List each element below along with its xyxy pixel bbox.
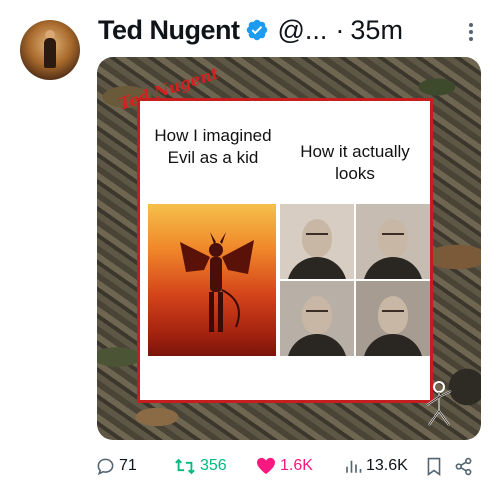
bookmark-button[interactable] (426, 452, 442, 480)
tweet-image[interactable]: Ted Nugent How I imagined Evil as a kid … (97, 57, 481, 440)
stick-figure-icon (426, 381, 452, 426)
repost-count: 356 (200, 457, 227, 474)
reply-icon (97, 458, 114, 475)
share-button[interactable] (454, 452, 473, 480)
meme-content: How I imagined Evil as a kid How it actu… (140, 101, 430, 400)
tweet-timestamp[interactable]: 35m (350, 15, 403, 46)
more-options-icon[interactable] (468, 20, 474, 44)
separator-dot: · (335, 14, 345, 45)
devil-illustration (148, 204, 276, 356)
repost-button[interactable]: 356 (174, 452, 227, 480)
meme-left-label: How I imagined Evil as a kid (154, 126, 272, 167)
reply-button[interactable]: 71 (96, 452, 137, 480)
avatar-figure (44, 38, 56, 68)
author-avatar[interactable] (20, 20, 80, 80)
views-chart-icon (346, 460, 362, 473)
portrait-1 (280, 204, 354, 279)
author-name[interactable]: Ted Nugent (98, 15, 240, 46)
verified-badge-icon (247, 19, 268, 41)
views-count: 13.6K (366, 457, 408, 474)
portrait-4 (356, 281, 430, 356)
like-count: 1.6K (280, 457, 313, 474)
portrait-3 (280, 281, 354, 356)
meme-right-label: How it actually looks (300, 142, 410, 183)
devil-figure-icon (180, 232, 254, 332)
portrait-2 (356, 204, 430, 279)
share-icon (455, 457, 472, 475)
tweet-actions: 71 356 1.6K 13.6K (96, 452, 480, 480)
author-handle[interactable]: @... (277, 15, 327, 46)
portrait-grid (280, 204, 430, 356)
heart-icon (257, 457, 275, 475)
repost-icon (175, 458, 195, 474)
like-button[interactable]: 1.6K (256, 452, 313, 480)
meme-frame: How I imagined Evil as a kid How it actu… (137, 98, 433, 403)
reply-count: 71 (119, 457, 137, 474)
tweet-header: Ted Nugent @... · 35m (98, 8, 480, 52)
views-button[interactable]: 13.6K (344, 452, 408, 480)
bookmark-icon (427, 457, 441, 476)
